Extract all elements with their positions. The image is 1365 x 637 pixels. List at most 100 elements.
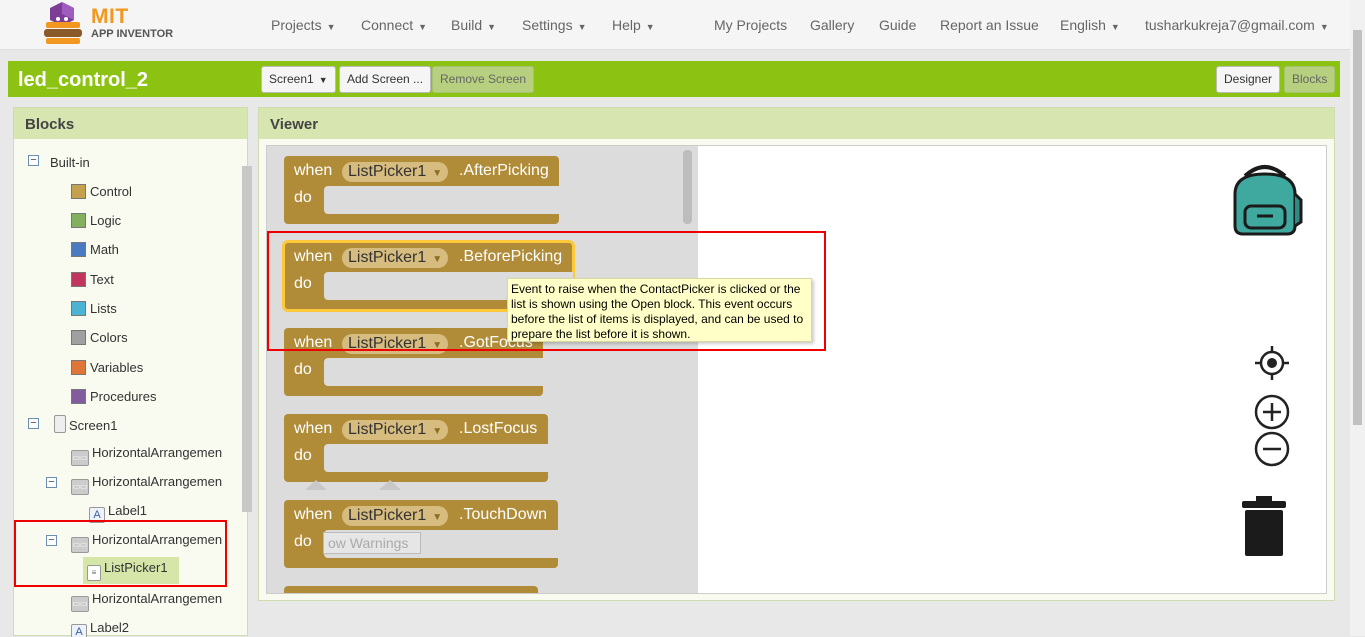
blocks-panel-title: Blocks (14, 108, 247, 139)
nav-settings[interactable]: Settings ▼ (522, 17, 587, 33)
tree-item-horizontal-arrangement-4[interactable]: ▭▭ HorizontalArrangemen (71, 591, 222, 612)
tree-item-text[interactable]: Text (71, 272, 114, 287)
tree-scrollbar[interactable] (240, 150, 252, 630)
tree-item-builtin[interactable]: Built-in (50, 155, 90, 170)
logic-color-icon (71, 213, 86, 228)
when-label: when (294, 506, 333, 523)
do-label: do (294, 447, 312, 464)
highlight-box-tooltip (267, 231, 826, 351)
project-name: led_control_2 (18, 69, 149, 91)
collapse-icon[interactable]: − (28, 155, 39, 166)
screen-select-label: Screen1 (269, 72, 314, 86)
tree-item-label: Control (90, 184, 132, 199)
tree-item-variables[interactable]: Variables (71, 360, 143, 375)
do-slot (324, 186, 559, 214)
brand-subtitle: APP INVENTOR (91, 28, 174, 40)
when-label: when (294, 162, 333, 179)
component-dropdown-label: ListPicker1 (348, 163, 427, 180)
zoom-out-icon[interactable] (1253, 430, 1291, 468)
blocks-workspace[interactable]: when ListPicker1 ▼ .AfterPicking do when … (266, 145, 1327, 594)
nav-build[interactable]: Build ▼ (451, 17, 496, 33)
tree-item-logic[interactable]: Logic (71, 213, 121, 228)
lists-color-icon (71, 301, 86, 316)
tree-item-label: Variables (90, 360, 144, 375)
horizontal-arrangement-icon: ▭▭ (71, 450, 89, 466)
block-after-picking[interactable]: when ListPicker1 ▼ .AfterPicking do (284, 156, 559, 224)
remove-screen-button[interactable]: Remove Screen (432, 66, 535, 93)
tree-item-label: Screen1 (69, 418, 118, 433)
nav-report-issue[interactable]: Report an Issue (940, 17, 1039, 33)
component-dropdown-label: ListPicker1 (348, 421, 427, 438)
show-warnings-button[interactable]: ow Warnings (323, 532, 421, 554)
tree-item-control[interactable]: Control (71, 184, 132, 199)
caret-down-icon: ▼ (326, 22, 336, 32)
event-name: .TouchDown (459, 506, 548, 523)
tree-item-label: Colors (90, 330, 128, 345)
nav-guide[interactable]: Guide (879, 17, 916, 33)
nav-connect[interactable]: Connect ▼ (361, 17, 427, 33)
tree-item-colors[interactable]: Colors (71, 330, 128, 345)
caret-down-icon: ▼ (1110, 22, 1120, 32)
nav-connect-label: Connect (361, 17, 414, 33)
tree-item-label: Lists (90, 301, 117, 316)
component-dropdown[interactable]: ListPicker1 ▼ (342, 162, 449, 182)
tree-item-label: Text (90, 272, 114, 287)
nav-settings-label: Settings (522, 17, 573, 33)
control-color-icon (71, 184, 86, 199)
project-toolbar: led_control_2 Screen1 ▼ Add Screen ... Re… (8, 61, 1340, 97)
screen-select[interactable]: Screen1 ▼ (261, 66, 336, 93)
caret-down-icon: ▼ (418, 22, 428, 32)
nav-projects[interactable]: Projects ▼ (271, 17, 336, 33)
collapse-icon[interactable]: − (46, 477, 57, 488)
when-label: when (294, 420, 333, 437)
tree-item-procedures[interactable]: Procedures (71, 389, 156, 404)
brand-title: MIT (91, 5, 129, 28)
horizontal-arrangement-icon: ▭▭ (71, 596, 89, 612)
tree-item-label: Logic (90, 213, 122, 228)
do-slot (324, 444, 548, 472)
dropdown-arrow-icon: ▼ (432, 168, 443, 179)
math-color-icon (71, 242, 86, 257)
warning-indicator-icon (305, 480, 327, 490)
tree-scrollbar-thumb[interactable] (242, 166, 252, 512)
colors-color-icon (71, 330, 86, 345)
tree-item-label: HorizontalArrangemen (92, 474, 223, 489)
collapse-icon[interactable]: − (28, 418, 39, 429)
center-target-icon[interactable] (1255, 346, 1289, 380)
app-inventor-logo[interactable]: MIT APP INVENTOR (38, 2, 183, 46)
nav-gallery[interactable]: Gallery (810, 17, 854, 33)
tree-item-math[interactable]: Math (71, 242, 119, 257)
tree-item-label: Math (90, 242, 119, 257)
blocks-button[interactable]: Blocks (1284, 66, 1336, 93)
tree-item-label2[interactable]: A Label2 (71, 620, 129, 637)
tree-item-horizontal-arrangement-1[interactable]: ▭▭ HorizontalArrangemen (71, 445, 222, 466)
nav-my-projects[interactable]: My Projects (714, 17, 787, 33)
component-dropdown[interactable]: ListPicker1 ▼ (342, 420, 449, 440)
flyout-scrollbar[interactable] (683, 150, 692, 224)
add-screen-button[interactable]: Add Screen ... (339, 66, 432, 93)
page-scrollbar[interactable] (1350, 0, 1365, 636)
event-name: .AfterPicking (459, 162, 549, 179)
tree-item-lists[interactable]: Lists (71, 301, 117, 316)
block-lost-focus[interactable]: when ListPicker1 ▼ .LostFocus do (284, 414, 548, 482)
tree-item-horizontal-arrangement-2[interactable]: ▭▭ HorizontalArrangemen (71, 474, 222, 495)
page-scrollbar-thumb[interactable] (1353, 30, 1362, 425)
nav-account[interactable]: tusharkukreja7@gmail.com ▼ (1145, 17, 1329, 33)
blocks-flyout: when ListPicker1 ▼ .AfterPicking do when … (267, 146, 812, 593)
caret-down-icon: ▼ (577, 22, 587, 32)
backpack-icon[interactable] (1227, 160, 1303, 238)
nav-language-label: English (1060, 17, 1106, 33)
block-partial[interactable] (284, 586, 538, 593)
designer-button[interactable]: Designer (1216, 66, 1281, 93)
text-color-icon (71, 272, 86, 287)
error-indicator-icon (379, 480, 401, 490)
component-dropdown[interactable]: ListPicker1 ▼ (342, 506, 449, 526)
caret-down-icon: ▼ (1319, 22, 1329, 32)
trash-icon[interactable] (1239, 496, 1289, 558)
nav-language[interactable]: English ▼ (1060, 17, 1120, 33)
tree-item-label: Label1 (108, 503, 148, 518)
nav-help[interactable]: Help ▼ (612, 17, 655, 33)
event-name: .LostFocus (459, 420, 538, 437)
zoom-in-icon[interactable] (1253, 393, 1291, 431)
tree-item-screen1[interactable]: Screen1 (54, 415, 117, 433)
